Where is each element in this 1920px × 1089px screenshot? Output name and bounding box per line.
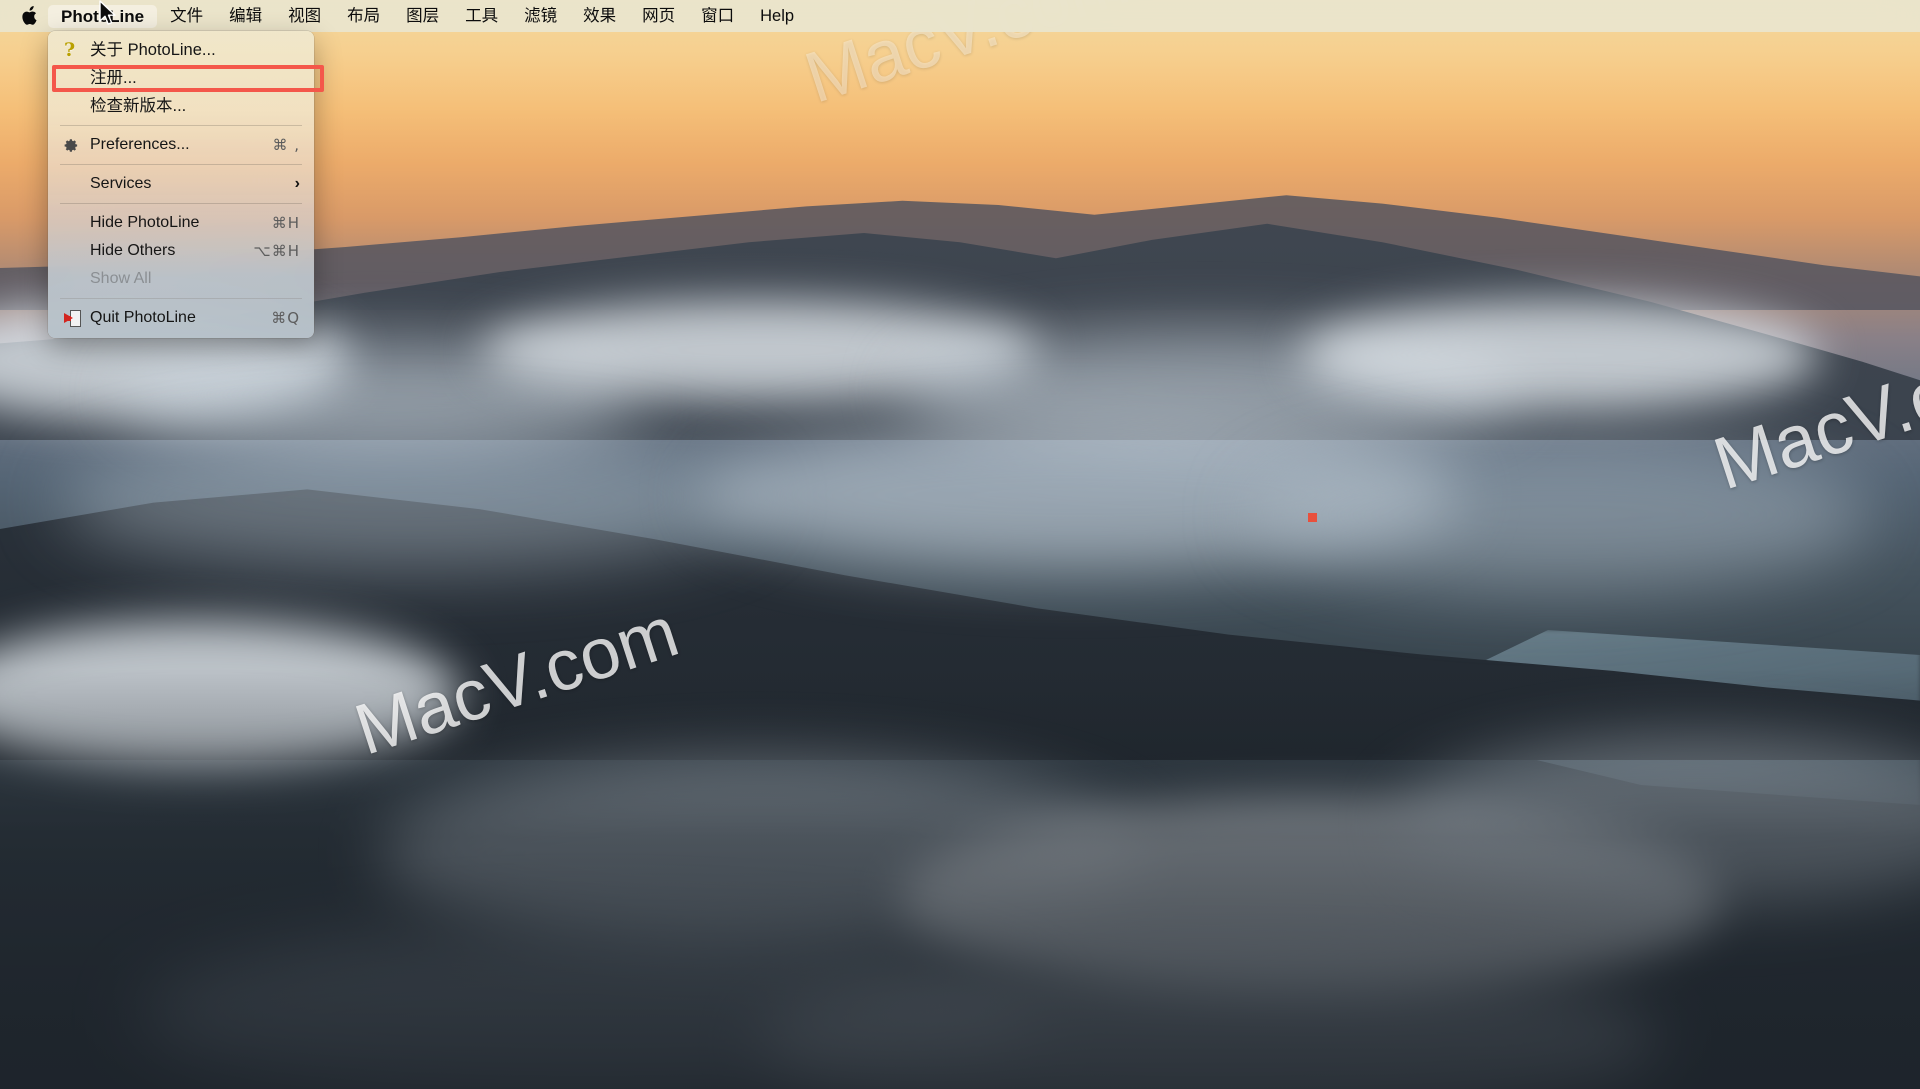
- menubar-item-filter[interactable]: 滤镜: [511, 5, 570, 28]
- cloud: [60, 430, 760, 570]
- menubar-item-web[interactable]: 网页: [629, 5, 688, 28]
- menu-item-label: Services: [90, 175, 152, 192]
- gear-icon: [64, 138, 90, 153]
- red-marker-dot: [1308, 513, 1317, 522]
- menu-item-about-photoline[interactable]: ? 关于 PhotoLine...: [48, 36, 314, 64]
- menubar-item-file[interactable]: 文件: [157, 5, 216, 28]
- menubar-item-view[interactable]: 视图: [275, 5, 334, 28]
- menu-item-shortcut: ⌘H: [271, 214, 300, 232]
- menu-item-label: 关于 PhotoLine...: [90, 40, 216, 59]
- menu-item-label: Show All: [90, 270, 152, 287]
- photoline-app-menu: ? 关于 PhotoLine... 注册... 检查新版本... Prefere…: [48, 31, 314, 338]
- menu-item-label: Quit PhotoLine: [90, 309, 196, 326]
- menubar-item-layer[interactable]: 图层: [393, 5, 452, 28]
- apple-logo-icon[interactable]: [14, 6, 44, 26]
- menu-item-preferences[interactable]: Preferences... ⌘ ,: [48, 131, 314, 159]
- menubar-item-effect[interactable]: 效果: [570, 5, 629, 28]
- menu-separator: [60, 164, 302, 165]
- menubar-item-help[interactable]: Help: [747, 5, 807, 28]
- menu-item-label: Preferences...: [90, 136, 190, 153]
- menubar-item-layout[interactable]: 布局: [334, 5, 393, 28]
- menu-item-hide-others[interactable]: Hide Others ⌥⌘H: [48, 237, 314, 265]
- cloud: [1250, 440, 1870, 590]
- menu-item-label: Hide PhotoLine: [90, 214, 200, 231]
- cloud: [120, 340, 640, 450]
- menubar-item-tools[interactable]: 工具: [452, 5, 511, 28]
- menu-item-label: Hide Others: [90, 242, 176, 259]
- menu-item-check-updates[interactable]: 检查新版本...: [48, 92, 314, 120]
- menu-item-quit-photoline[interactable]: Quit PhotoLine ⌘Q: [48, 304, 314, 332]
- question-mark-icon: ?: [64, 38, 76, 61]
- cloud: [900, 330, 1520, 450]
- quit-icon: [64, 309, 90, 327]
- menu-item-services[interactable]: Services ›: [48, 170, 314, 198]
- foreground-shadow: [0, 669, 1920, 1089]
- menu-separator: [60, 125, 302, 126]
- menu-item-shortcut: ⌘ ,: [272, 136, 300, 154]
- menu-item-register[interactable]: 注册...: [48, 64, 314, 92]
- menu-item-label: 注册...: [90, 68, 137, 87]
- menu-separator: [60, 298, 302, 299]
- menubar-item-window[interactable]: 窗口: [688, 5, 747, 28]
- menubar-item-edit[interactable]: 编辑: [216, 5, 275, 28]
- menu-item-show-all: Show All: [48, 265, 314, 293]
- chevron-right-icon: ›: [294, 175, 300, 192]
- menu-separator: [60, 203, 302, 204]
- menu-item-label: 检查新版本...: [90, 96, 187, 115]
- cloud: [1300, 300, 1820, 410]
- menubar-item-photoline[interactable]: PhotoLine: [48, 4, 158, 28]
- desktop-screen: MacV.com MacV.co MacV.com PhotoLine 文件 编…: [0, 0, 1920, 1089]
- menu-item-shortcut: ⌘Q: [271, 309, 300, 327]
- cloud: [480, 300, 1040, 400]
- menu-item-hide-photoline[interactable]: Hide PhotoLine ⌘H: [48, 209, 314, 237]
- menu-bar: PhotoLine 文件 编辑 视图 布局 图层 工具 滤镜 效果 网页 窗口 …: [0, 0, 1920, 32]
- menu-item-shortcut: ⌥⌘H: [253, 242, 300, 260]
- cloud: [700, 420, 1460, 570]
